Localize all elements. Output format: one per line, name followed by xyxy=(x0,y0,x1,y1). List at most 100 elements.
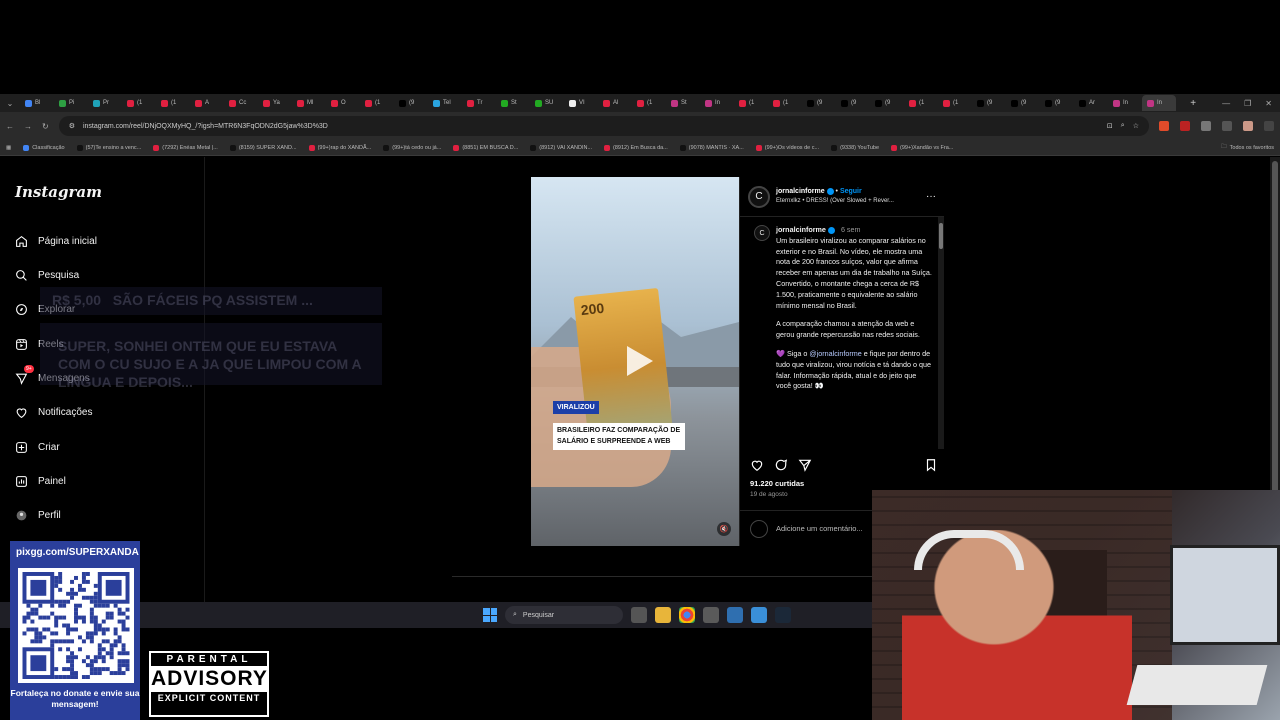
browser-tab[interactable]: In xyxy=(1108,95,1142,111)
browser-tab[interactable]: St xyxy=(496,95,530,111)
steam-icon[interactable] xyxy=(775,607,791,623)
like-count[interactable]: 91.220 curtidas xyxy=(750,479,804,488)
apps-grid-icon[interactable]: ▦ xyxy=(6,145,11,151)
browser-tab[interactable]: (1 xyxy=(156,95,190,111)
browser-tab[interactable]: Tel xyxy=(428,95,462,111)
browser-tab[interactable]: (1 xyxy=(122,95,156,111)
browser-tab[interactable]: (1 xyxy=(734,95,768,111)
browser-tab[interactable]: (9 xyxy=(836,95,870,111)
audio-track[interactable]: Eternxlkz • DRESS! (Over Slowed + Rever.… xyxy=(776,197,920,205)
more-options-icon[interactable]: ··· xyxy=(926,191,936,202)
save-bookmark-icon[interactable] xyxy=(924,458,938,472)
site-info-icon[interactable]: ⚙ xyxy=(69,122,75,130)
browser-tab[interactable]: Pr xyxy=(88,95,122,111)
file-explorer-icon[interactable] xyxy=(655,607,671,623)
tab-search-icon[interactable]: ⌄ xyxy=(0,99,20,108)
minimize-icon[interactable]: — xyxy=(1222,99,1230,108)
bookmark-item[interactable]: (99+)tá cedo ou já... xyxy=(383,144,441,151)
extension-icon[interactable] xyxy=(1159,121,1169,131)
zoom-icon[interactable]: ⌕ xyxy=(1121,122,1125,130)
browser-tab[interactable]: (9 xyxy=(1006,95,1040,111)
browser-tab[interactable]: A xyxy=(190,95,224,111)
avatar[interactable]: C xyxy=(748,185,770,208)
bookmark-item[interactable]: (8912) Em Busca da... xyxy=(604,144,668,151)
bookmark-item[interactable]: (8851) EM BUSCA D... xyxy=(453,144,518,151)
nav-item-dashboard[interactable]: Painel xyxy=(14,474,66,488)
browser-tab[interactable]: Bl xyxy=(20,95,54,111)
follow-button[interactable]: Seguir xyxy=(840,188,862,195)
caption-avatar[interactable]: C xyxy=(754,225,770,241)
share-icon[interactable] xyxy=(798,458,812,472)
comment-icon[interactable] xyxy=(774,458,788,472)
extensions-puzzle-icon[interactable] xyxy=(1201,121,1211,131)
bookmark-item[interactable]: (8912) VAI XANDIN... xyxy=(530,144,592,151)
browser-tab[interactable]: SU xyxy=(530,95,564,111)
maximize-icon[interactable]: ❐ xyxy=(1244,99,1251,108)
address-bar[interactable]: ⚙ instagram.com/reel/DNjOQXMyHQ_/?igsh=M… xyxy=(58,116,1149,136)
nav-item-profile[interactable]: Perfil xyxy=(14,508,61,522)
nav-item-heart[interactable]: Notificações xyxy=(14,405,92,419)
bookmark-item[interactable]: (7292) Enéas Metal |... xyxy=(153,144,218,151)
sidebar-icon[interactable] xyxy=(1222,121,1232,131)
windows-start-icon[interactable] xyxy=(483,608,497,622)
caption-scrollbar[interactable] xyxy=(938,217,944,449)
heart-icon[interactable] xyxy=(750,458,764,472)
taskbar-search[interactable]: ⌕ Pesquisar xyxy=(505,606,623,624)
browser-tab[interactable]: Ar xyxy=(1074,95,1108,111)
username-link[interactable]: jornalcinforme xyxy=(776,188,825,195)
reel-video[interactable]: 200 VIRALIZOU BRASILEIRO FAZ COMPARAÇÃO … xyxy=(531,177,739,546)
bookmark-item[interactable]: (9338) YouTube xyxy=(831,144,879,151)
bookmark-item[interactable]: (9078) MANTIS · XA... xyxy=(679,144,744,151)
play-icon[interactable] xyxy=(619,342,657,380)
extension-icon[interactable] xyxy=(1180,121,1190,131)
browser-tab[interactable]: Al xyxy=(598,95,632,111)
bookmark-item[interactable]: (99+)Os vídeos de c... xyxy=(755,144,819,151)
nav-item-home[interactable]: Página inicial xyxy=(14,234,97,248)
back-icon[interactable]: ← xyxy=(6,122,14,131)
obs-icon[interactable] xyxy=(703,607,719,623)
profile-avatar-icon[interactable] xyxy=(1243,121,1253,131)
bookmark-item[interactable]: Classificação xyxy=(23,144,65,151)
browser-tab[interactable]: (9 xyxy=(394,95,428,111)
browser-tab[interactable]: (1 xyxy=(632,95,666,111)
browser-tab[interactable]: Ml xyxy=(292,95,326,111)
close-window-icon[interactable]: ✕ xyxy=(1265,99,1272,108)
browser-tab[interactable]: In xyxy=(1142,95,1176,111)
reload-icon[interactable]: ↻ xyxy=(42,122,49,131)
nav-item-plus-square[interactable]: Criar xyxy=(14,440,60,454)
browser-tab[interactable]: (9 xyxy=(1040,95,1074,111)
bookmark-star-icon[interactable]: ☆ xyxy=(1133,122,1139,130)
bookmark-item[interactable]: (8159) SUPER XAND... xyxy=(229,144,297,151)
new-tab-button[interactable]: + xyxy=(1184,98,1202,109)
settings-icon[interactable] xyxy=(727,607,743,623)
browser-tab[interactable]: St xyxy=(666,95,700,111)
instagram-logo[interactable]: Instagram xyxy=(15,183,102,201)
browser-tab[interactable]: O xyxy=(326,95,360,111)
comment-input[interactable]: Adicione um comentário... xyxy=(776,524,863,533)
mute-icon[interactable]: 🔇 xyxy=(717,522,731,536)
browser-tab[interactable]: Tr xyxy=(462,95,496,111)
caption-username[interactable]: jornalcinforme xyxy=(776,225,826,234)
bookmark-item[interactable]: (99+)Xandão vs Fra... xyxy=(891,144,953,151)
browser-tab[interactable]: (9 xyxy=(802,95,836,111)
browser-tab[interactable]: (9 xyxy=(972,95,1006,111)
forward-icon[interactable]: → xyxy=(24,122,32,131)
menu-dots-icon[interactable] xyxy=(1264,121,1274,131)
nav-item-search[interactable]: Pesquisa xyxy=(14,268,79,282)
browser-tab[interactable]: Ya xyxy=(258,95,292,111)
task-view-icon[interactable] xyxy=(631,607,647,623)
browser-tab[interactable]: (1 xyxy=(938,95,972,111)
browser-tab[interactable]: Cc xyxy=(224,95,258,111)
install-app-icon[interactable]: ⊡ xyxy=(1107,122,1113,130)
emoji-icon[interactable] xyxy=(750,519,768,538)
bookmark-item[interactable]: (99+)rap do XANDÃ... xyxy=(308,144,371,151)
browser-tab[interactable]: (1 xyxy=(904,95,938,111)
browser-tab[interactable]: (1 xyxy=(360,95,394,111)
browser-tab[interactable]: In xyxy=(700,95,734,111)
app-icon[interactable] xyxy=(751,607,767,623)
browser-tab[interactable]: VI xyxy=(564,95,598,111)
bookmark-item[interactable]: (57)Te ensino a venc... xyxy=(76,144,141,151)
browser-tab[interactable]: (9 xyxy=(870,95,904,111)
browser-tab[interactable]: Pi xyxy=(54,95,88,111)
browser-tab[interactable]: (1 xyxy=(768,95,802,111)
